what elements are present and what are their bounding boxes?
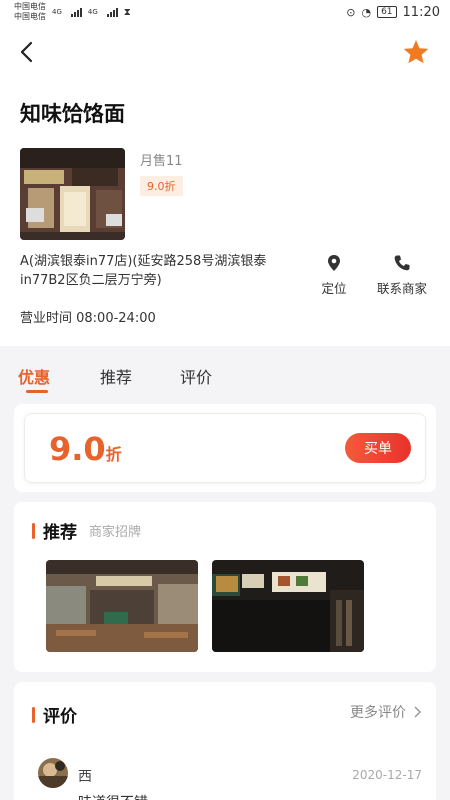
carrier-info: 中国电信 中国电信 (14, 2, 46, 22)
shop-header: 知味饸饹面 月售11 9.0折 A(湖滨银泰in77店)(延安路258号湖滨银泰… (0, 24, 450, 346)
location-status-icon: ⊙ (346, 5, 356, 19)
tab-discount[interactable]: 优惠 (18, 364, 50, 388)
discount-number: 9.0 (49, 430, 106, 468)
status-bar: 中国电信 中国电信 4G 4G ⧗ ⊙ ◔ 61 11:20 (0, 0, 450, 24)
locate-button[interactable]: 定位 (316, 254, 352, 297)
discount-badge: 9.0折 (140, 176, 183, 196)
reviews-card: 评价 更多评价 西 2020-12-17 味道很不错 (14, 682, 436, 800)
hourglass-icon: ⧗ (123, 6, 131, 18)
review-text: 味道很不错 (78, 792, 148, 800)
carrier-1: 中国电信 (14, 2, 46, 11)
tab-bar: 优惠 推荐 评价 (0, 346, 450, 398)
tab-recommend[interactable]: 推荐 (100, 364, 132, 388)
shop-name: 知味饸饹面 (20, 102, 125, 126)
back-chevron-icon[interactable] (14, 38, 42, 66)
chevron-right-icon (414, 706, 422, 718)
recommend-title: 推荐 (43, 523, 77, 543)
star-icon[interactable] (402, 38, 430, 66)
clock: 11:20 (402, 4, 440, 20)
active-tab-indicator (26, 390, 48, 393)
battery-indicator: 61 (377, 6, 397, 18)
phone-icon (394, 255, 410, 271)
carrier-2: 中国电信 (14, 12, 46, 21)
review-date: 2020-12-17 (352, 768, 422, 782)
sync-icon: ◔ (361, 5, 372, 19)
discount-unit: 折 (105, 445, 122, 464)
more-reviews-link[interactable]: 更多评价 (350, 702, 422, 722)
location-pin-icon (328, 255, 340, 271)
avatar (38, 758, 68, 788)
network-type-1: 4G (52, 8, 62, 16)
business-hours: 营业时间 08:00-24:00 (20, 311, 156, 326)
discount-value: 9.0折 (49, 430, 122, 468)
locate-label: 定位 (321, 281, 347, 296)
recommend-photo[interactable] (212, 560, 364, 652)
discount-coupon: 9.0折 买单 (24, 413, 426, 483)
shop-photo[interactable] (20, 148, 125, 240)
signal-icon (70, 7, 82, 17)
contact-merchant-button[interactable]: 联系商家 (370, 254, 434, 297)
shop-address: A(湖滨银泰in77店)(延安路258号湖滨银泰in77B2区负二层万宁旁) (20, 254, 267, 288)
section-accent-bar (32, 706, 35, 723)
signal-icon (106, 7, 118, 17)
nav-bar (0, 24, 450, 80)
recommend-subtitle: 商家招牌 (89, 525, 142, 540)
section-accent-bar (32, 522, 35, 539)
recommend-photo[interactable] (46, 560, 198, 652)
review-username: 西 (78, 769, 92, 785)
contact-label: 联系商家 (376, 281, 427, 296)
recommend-header: 推荐 商家招牌 (32, 518, 141, 543)
network-type-2: 4G (87, 8, 98, 16)
more-reviews-label: 更多评价 (350, 705, 406, 721)
recommend-card: 推荐 商家招牌 (14, 502, 436, 672)
reviews-title: 评价 (43, 707, 77, 727)
pay-button[interactable]: 买单 (345, 433, 411, 463)
tab-reviews[interactable]: 评价 (180, 364, 212, 388)
monthly-sales: 月售11 (140, 154, 183, 169)
reviews-header: 评价 (32, 702, 77, 727)
discount-card: 9.0折 买单 (14, 404, 436, 492)
